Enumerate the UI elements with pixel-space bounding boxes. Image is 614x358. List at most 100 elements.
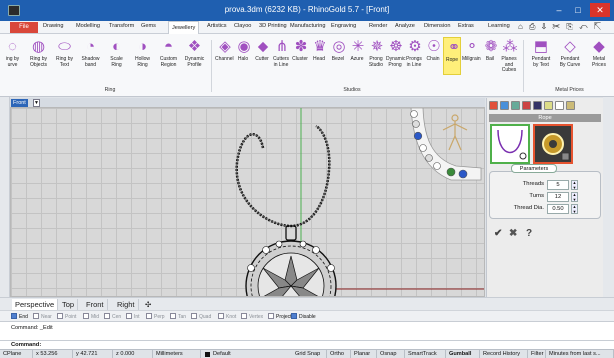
osnap-checkbox-icon[interactable] <box>57 313 63 319</box>
menu-jewellery[interactable]: Jewellery <box>168 21 200 34</box>
left-toolbar[interactable] <box>0 97 10 297</box>
param-turns-spinner-icon[interactable]: ▲ ▼ <box>571 192 578 202</box>
tool-halo-button[interactable]: ◉ Halo <box>234 37 252 75</box>
status-toggle-osnap[interactable]: Osnap <box>377 350 405 358</box>
osnap-near[interactable]: Near <box>33 313 52 321</box>
param-threads-input[interactable]: 5 <box>547 180 569 190</box>
osnap-checkbox-icon[interactable] <box>191 313 197 319</box>
tab-front[interactable]: Front <box>83 299 108 310</box>
tool-rope-button[interactable]: ⚭ Rope <box>443 37 461 75</box>
tool-chain-button[interactable]: ☉ Chain <box>424 37 442 75</box>
viewport-scene[interactable] <box>11 108 485 297</box>
osnap-checkbox-icon[interactable] <box>104 313 110 319</box>
menu-engraving[interactable]: Engraving <box>331 23 356 29</box>
panel-layers-icon[interactable] <box>500 101 509 110</box>
osnap-mid[interactable]: Mid <box>83 313 99 321</box>
panel-notes-icon[interactable] <box>544 101 553 110</box>
menu-learning[interactable]: Learning <box>488 23 510 29</box>
status-cplane[interactable]: CPlane <box>0 350 33 358</box>
osnap-checkbox-icon[interactable] <box>146 313 152 319</box>
tab-right[interactable]: Right <box>114 299 139 310</box>
panel-options-icon[interactable] <box>566 101 575 110</box>
menu-file[interactable]: File <box>10 22 38 33</box>
tool-bail-button[interactable]: ❁ Bail <box>481 37 499 75</box>
menu-extras[interactable]: Extras <box>458 23 474 29</box>
tool-channel-button[interactable]: ◈ Channel <box>215 37 234 75</box>
tool-hollow-ring-button[interactable]: ◑ Hollow Ring <box>130 37 155 75</box>
status-toggle-minutes-from-last-s[interactable]: Minutes from last s... <box>546 350 614 358</box>
menu-clayoo[interactable]: Clayoo <box>234 23 251 29</box>
tool-dynamic-prong-button[interactable]: ☸ Dynamic Prong <box>386 37 405 75</box>
right-panel-edge[interactable] <box>603 97 614 297</box>
tool-pendant-by-curve-button[interactable]: ◇ Pendant By Curve <box>556 37 584 75</box>
tool-metal-prices-button[interactable]: ◆ Metal Prices <box>585 37 613 75</box>
status-toggle-planar[interactable]: Planar <box>351 350 377 358</box>
panel-properties-icon[interactable] <box>489 101 498 110</box>
osnap-checkbox-icon[interactable] <box>33 313 39 319</box>
tab-perspective[interactable]: Perspective <box>12 299 59 310</box>
rope-section-thumbnail[interactable] <box>533 124 573 164</box>
param-turns-input[interactable]: 12 <box>547 192 569 202</box>
panel-render-icon[interactable] <box>533 101 542 110</box>
param-threads-spinner-icon[interactable]: ▲ ▼ <box>571 180 578 190</box>
help-question-icon[interactable]: ? <box>526 228 532 239</box>
tool-shadow-band-button[interactable]: ◔ Shadow band <box>78 37 103 75</box>
rope-profile-thumbnail[interactable] <box>490 124 530 164</box>
menu-analyze[interactable]: Analyze <box>395 23 415 29</box>
minimize-button[interactable]: – <box>551 3 567 17</box>
menu-manufacturing[interactable]: Manufacturing <box>290 23 325 29</box>
front-viewport[interactable] <box>10 107 485 297</box>
tool-cluster-button[interactable]: ✽ Cluster <box>291 37 309 75</box>
tool-cutter-button[interactable]: ⬥ Cutter <box>253 37 271 75</box>
param-thread-dia-spinner-icon[interactable]: ▲ ▼ <box>571 204 578 214</box>
status-toggle-record-history[interactable]: Record History <box>480 350 528 358</box>
osnap-checkbox-icon[interactable] <box>11 313 17 319</box>
osnap-cen[interactable]: Cen <box>104 313 121 321</box>
osnap-vertex[interactable]: Vertex <box>241 313 263 321</box>
param-thread-dia-input[interactable]: 0.50 <box>547 204 569 214</box>
osnap-checkbox-icon[interactable] <box>291 313 297 319</box>
panel-display-icon[interactable] <box>511 101 520 110</box>
tool-bezel-button[interactable]: ◎ Bezel <box>329 37 347 75</box>
status-layer[interactable]: Default <box>210 350 290 358</box>
panel-materials-icon[interactable] <box>522 101 531 110</box>
osnap-project[interactable]: Project <box>268 313 292 321</box>
tool-ring-by-text-button[interactable]: ⬭ Ring by Text <box>52 37 77 75</box>
quick-access-icons[interactable]: ⌂ ⎙ ⇩ ✂ ⎘ ↶ ⇱ <box>518 22 603 32</box>
maximize-button[interactable]: □ <box>570 3 586 17</box>
tool-scale-ring-button[interactable]: ◐ Scale Ring <box>104 37 129 75</box>
osnap-checkbox-icon[interactable] <box>241 313 247 319</box>
status-toggle-grid-snap[interactable]: Grid Snap <box>292 350 327 358</box>
osnap-checkbox-icon[interactable] <box>170 313 176 319</box>
status-toggle-ortho[interactable]: Ortho <box>327 350 351 358</box>
osnap-checkbox-icon[interactable] <box>268 313 274 319</box>
tool-azure-button[interactable]: ✳ Azure <box>348 37 366 75</box>
tool-ring-by-objects-button[interactable]: ◍ Ring by Objects <box>26 37 51 75</box>
status-toggle-filter[interactable]: Filter <box>528 350 546 358</box>
tool-planes-and-cubes-button[interactable]: ⁂ Planes and Cubes <box>500 37 518 75</box>
osnap-end[interactable]: End <box>11 313 28 321</box>
osnap-checkbox-icon[interactable] <box>126 313 132 319</box>
command-line[interactable]: Command: <box>0 340 614 349</box>
menu-artistics[interactable]: Artistics <box>207 23 227 29</box>
tool-head-button[interactable]: ♛ Head <box>310 37 328 75</box>
tool-millgrain-button[interactable]: ⚬ Millgrain <box>462 37 481 75</box>
menu-drawing[interactable]: Drawing <box>43 23 64 29</box>
menu-gems[interactable]: Gems <box>141 23 156 29</box>
viewport-name-front[interactable]: Front <box>11 99 28 107</box>
close-button[interactable]: ✕ <box>590 3 610 17</box>
osnap-disable[interactable]: Disable <box>291 313 316 321</box>
status-toggle-smarttrack[interactable]: SmartTrack <box>405 350 446 358</box>
menu-3d-printing[interactable]: 3D Printing <box>259 23 287 29</box>
cancel-x-icon[interactable]: ✖ <box>509 228 517 239</box>
tool-ing-by-urve-button[interactable]: ◌ ing by urve <box>0 37 25 75</box>
status-toggle-gumball[interactable]: Gumball <box>446 350 480 358</box>
tool-prong-studio-button[interactable]: ✵ Prong Studio <box>367 37 385 75</box>
osnap-tan[interactable]: Tan <box>170 313 186 321</box>
osnap-point[interactable]: Point <box>57 313 76 321</box>
osnap-int[interactable]: Int <box>126 313 140 321</box>
osnap-perp[interactable]: Perp <box>146 313 165 321</box>
osnap-quad[interactable]: Quad <box>191 313 211 321</box>
tool-dynamic-profile-button[interactable]: ❖ Dynamic Profile <box>182 37 207 75</box>
tool-prongs-in-line-button[interactable]: ⚙ Prongs in Line <box>405 37 423 75</box>
